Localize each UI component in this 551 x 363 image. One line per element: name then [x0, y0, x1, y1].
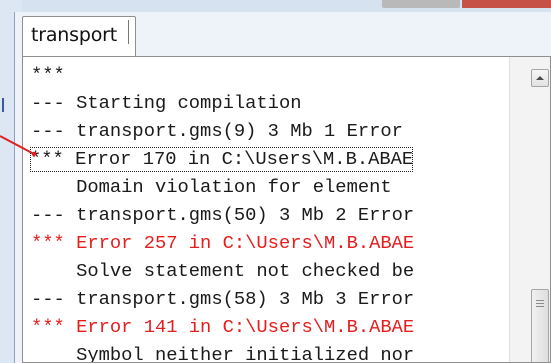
- annotation-arrow: [0, 135, 37, 157]
